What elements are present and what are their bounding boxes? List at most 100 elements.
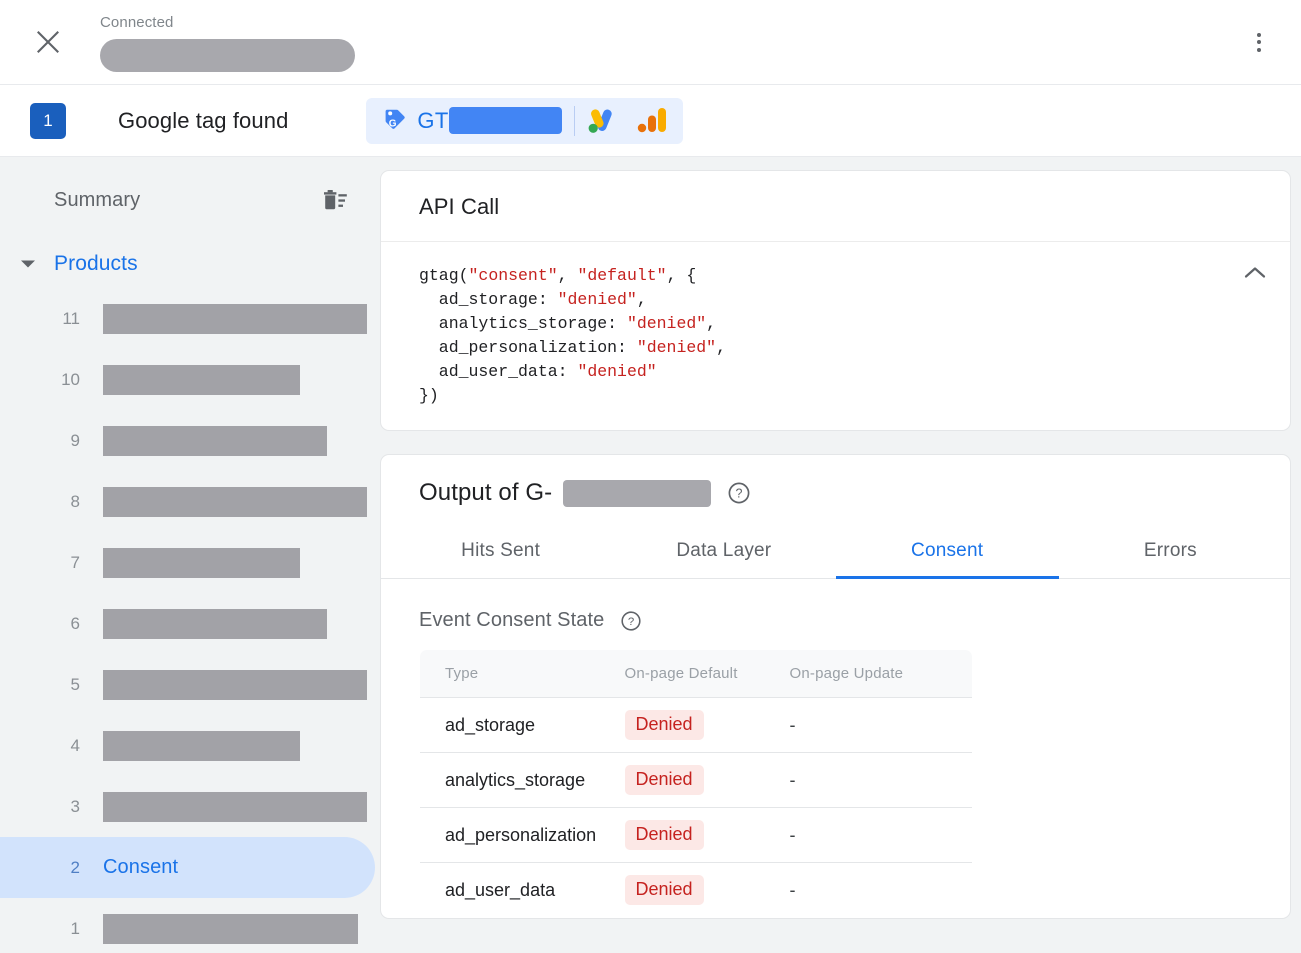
- sidebar-group-label: Products: [54, 252, 138, 276]
- sidebar-item-index: 2: [46, 858, 80, 878]
- sidebar-item[interactable]: 5: [0, 654, 375, 715]
- sidebar-item-label-redacted: [103, 487, 367, 517]
- sidebar-item-label-redacted: [103, 365, 300, 395]
- more-vert-icon-dot: [1257, 40, 1261, 44]
- sidebar-item-index: 10: [46, 370, 80, 390]
- status-badge: Denied: [625, 875, 704, 905]
- on-page-default-cell: Denied: [625, 808, 790, 863]
- column-header: On-page Default: [625, 650, 790, 698]
- sidebar-group-products[interactable]: Products: [0, 250, 375, 278]
- more-vert-icon-dot: [1257, 33, 1261, 37]
- empty-value: -: [790, 770, 796, 790]
- sidebar-item-label-redacted: [103, 609, 327, 639]
- svg-text:?: ?: [628, 616, 634, 628]
- table-header-row: TypeOn-page DefaultOn-page Update: [420, 650, 973, 698]
- tab-data-layer[interactable]: Data Layer: [612, 526, 835, 578]
- on-page-update-cell: -: [790, 863, 973, 918]
- clear-events-button[interactable]: [321, 186, 349, 214]
- sidebar-item-index: 8: [46, 492, 80, 512]
- measurement-id-redacted: [563, 480, 711, 507]
- caret-down-icon: [14, 250, 42, 278]
- tab-consent[interactable]: Consent: [836, 526, 1059, 578]
- status-badge: Denied: [625, 765, 704, 795]
- sidebar-item-index: 3: [46, 797, 80, 817]
- empty-value: -: [790, 825, 796, 845]
- sidebar-item-label-redacted: [103, 670, 367, 700]
- sidebar-item-index: 6: [46, 614, 80, 634]
- api-call-body: gtag("consent", "default", { ad_storage:…: [381, 242, 1290, 430]
- on-page-update-cell: -: [790, 753, 973, 808]
- google-tag-icon: G: [380, 106, 407, 136]
- window-header: Connected: [0, 0, 1301, 85]
- table-row: ad_storageDenied-: [420, 698, 973, 753]
- overflow-menu-button[interactable]: [1239, 22, 1279, 62]
- table-row: analytics_storageDenied-: [420, 753, 973, 808]
- output-help-button[interactable]: ?: [727, 481, 751, 505]
- sidebar-item[interactable]: 11: [0, 288, 375, 349]
- section-title: Event Consent State: [419, 609, 604, 632]
- sidebar-item-index: 9: [46, 431, 80, 451]
- on-page-default-cell: Denied: [625, 863, 790, 918]
- google-tag-found-row: 1 Google tag found G GT: [0, 85, 1301, 157]
- sidebar-event-list: 11 10 9 8 7 6 5 4 3 2 Consent 1: [0, 288, 375, 953]
- empty-value: -: [790, 715, 796, 735]
- tab-hits-sent[interactable]: Hits Sent: [389, 526, 612, 578]
- sidebar-item-index: 11: [46, 309, 80, 329]
- collapse-api-call-button[interactable]: [1238, 256, 1272, 290]
- sidebar-item-label-redacted: [103, 548, 300, 578]
- api-call-code: gtag("consent", "default", { ad_storage:…: [419, 264, 1230, 408]
- sidebar-item-label-redacted: [103, 792, 367, 822]
- sidebar-item-index: 7: [46, 553, 80, 573]
- tag-found-title: Google tag found: [118, 108, 288, 134]
- sidebar-item-selected[interactable]: 2 Consent: [0, 837, 375, 898]
- chevron-up-icon: [1244, 266, 1266, 280]
- sidebar-item[interactable]: 1: [0, 898, 375, 953]
- consent-type-cell: ad_storage: [420, 698, 625, 753]
- google-analytics-icon: [637, 106, 669, 136]
- sidebar-item-label-redacted: [103, 731, 300, 761]
- tag-id-prefix: GT: [417, 108, 448, 134]
- table-body: ad_storageDenied-analytics_storageDenied…: [420, 698, 973, 918]
- app-body: Summary Products 11 10 9 8 7 6 5 4 3 2 Consent 1: [0, 157, 1301, 953]
- column-header: On-page Update: [790, 650, 973, 698]
- tab-errors[interactable]: Errors: [1059, 526, 1282, 578]
- consent-state-table: TypeOn-page DefaultOn-page Update ad_sto…: [419, 649, 973, 918]
- table-row: ad_user_dataDenied-: [420, 863, 973, 918]
- google-tag-chip[interactable]: G GT: [366, 98, 682, 144]
- sidebar-item[interactable]: 10: [0, 349, 375, 410]
- google-ads-icon: [586, 106, 620, 136]
- sidebar-header: Summary: [0, 179, 375, 221]
- sidebar-item[interactable]: 4: [0, 715, 375, 776]
- api-call-title: API Call: [381, 171, 1290, 242]
- event-consent-state-section: Event Consent State ? TypeOn-page Defaul…: [381, 579, 1290, 918]
- sidebar-item[interactable]: 7: [0, 532, 375, 593]
- section-header: Event Consent State ?: [419, 609, 1252, 632]
- close-icon: [35, 29, 61, 55]
- sidebar-item-label: Consent: [103, 856, 178, 879]
- sidebar-item-index: 5: [46, 675, 80, 695]
- sidebar-item[interactable]: 8: [0, 471, 375, 532]
- consent-state-help-button[interactable]: ?: [620, 610, 642, 632]
- chip-divider: [574, 106, 575, 136]
- sidebar-item-label-redacted: [103, 304, 367, 334]
- output-title: Output of G-: [419, 479, 552, 507]
- connection-status: Connected: [100, 13, 355, 72]
- on-page-default-cell: Denied: [625, 698, 790, 753]
- delete-sweep-icon: [323, 189, 348, 212]
- sidebar-item[interactable]: 3: [0, 776, 375, 837]
- tag-id-redacted: [449, 107, 562, 134]
- close-button[interactable]: [24, 18, 72, 66]
- event-sidebar: Summary Products 11 10 9 8 7 6 5 4 3 2 Consent 1: [0, 157, 375, 953]
- sidebar-item-label-redacted: [103, 426, 327, 456]
- sidebar-item[interactable]: 6: [0, 593, 375, 654]
- svg-text:G: G: [389, 118, 397, 129]
- sidebar-item-index: 4: [46, 736, 80, 756]
- status-badge: Denied: [625, 820, 704, 850]
- more-vert-icon-dot: [1257, 48, 1261, 52]
- on-page-default-cell: Denied: [625, 753, 790, 808]
- sidebar-item[interactable]: 9: [0, 410, 375, 471]
- svg-text:?: ?: [736, 487, 743, 501]
- on-page-update-cell: -: [790, 808, 973, 863]
- help-circle-icon: ?: [620, 610, 642, 632]
- output-tabs: Hits SentData LayerConsentErrors: [381, 526, 1290, 579]
